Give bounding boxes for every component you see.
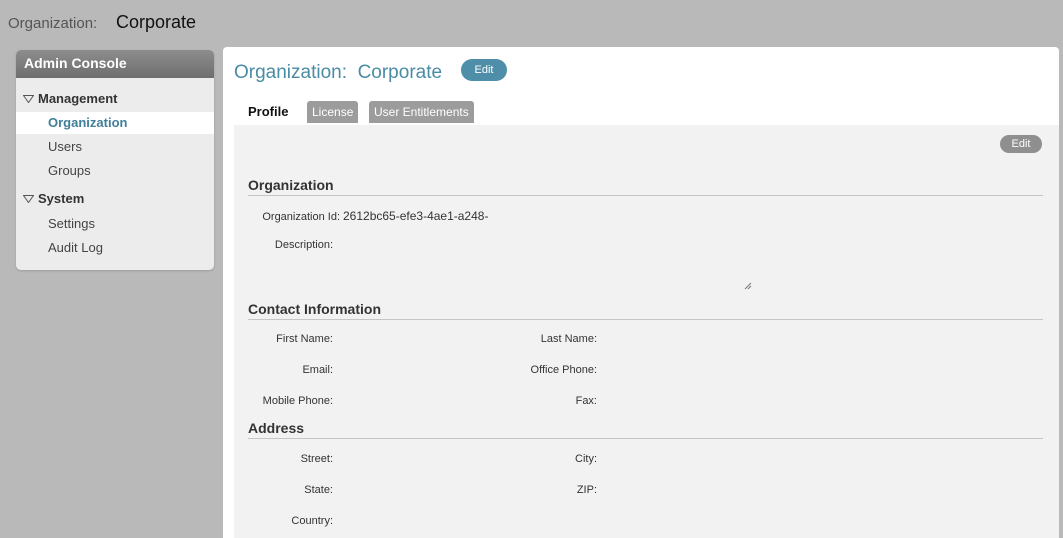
expand-triangle-icon xyxy=(23,94,34,103)
sidebar-item-groups[interactable]: Groups xyxy=(16,160,214,182)
admin-sidebar: Admin Console Management Organization Us… xyxy=(16,50,214,270)
description-label: Description: xyxy=(274,239,333,251)
last-name-label: Last Name: xyxy=(540,333,597,345)
office-phone-label: Office Phone: xyxy=(530,364,597,376)
country-label: Country: xyxy=(291,515,333,527)
edit-profile-button[interactable]: Edit xyxy=(1000,135,1042,153)
email-label: Email: xyxy=(302,364,333,376)
textarea-resize-handle-icon[interactable] xyxy=(744,281,752,293)
sidebar-item-users[interactable]: Users xyxy=(16,136,214,158)
section-title-organization: Organization xyxy=(248,177,1043,196)
tab-user-entitlements[interactable]: User Entitlements xyxy=(369,101,474,123)
sidebar-item-settings[interactable]: Settings xyxy=(16,213,214,235)
organization-id-value: 2612bc65-efe3-4ae1-a248- xyxy=(343,209,489,223)
city-label: City: xyxy=(575,453,597,465)
sidebar-section-system[interactable]: System xyxy=(23,191,84,206)
org-context-value: Corporate xyxy=(116,12,197,32)
edit-organization-button[interactable]: Edit xyxy=(461,59,507,81)
tab-profile[interactable]: Profile xyxy=(243,99,294,125)
expand-triangle-icon xyxy=(23,194,34,203)
organization-id-label: Organization Id: xyxy=(262,211,340,223)
sidebar-section-management[interactable]: Management xyxy=(23,91,117,106)
section-title-contact: Contact Information xyxy=(248,301,1043,320)
top-bar: Organization: Corporate xyxy=(0,0,1063,42)
zip-label: ZIP: xyxy=(576,484,597,496)
section-title-address: Address xyxy=(248,420,1043,439)
first-name-label: First Name: xyxy=(276,333,333,345)
fax-label: Fax: xyxy=(575,395,597,407)
profile-content: Edit Organization Organization Id: 2612b… xyxy=(234,125,1059,538)
sidebar-section-label: System xyxy=(38,191,85,206)
street-label: Street: xyxy=(300,453,333,465)
mobile-phone-label: Mobile Phone: xyxy=(262,395,333,407)
sidebar-item-audit-log[interactable]: Audit Log xyxy=(16,237,214,259)
page-title: Organization: Corporate xyxy=(234,62,443,83)
sidebar-header: Admin Console xyxy=(16,50,214,78)
state-label: State: xyxy=(304,484,333,496)
sidebar-item-organization[interactable]: Organization xyxy=(16,112,214,134)
main-panel: Organization: Corporate Edit Profile Lic… xyxy=(223,47,1059,538)
tab-license[interactable]: License xyxy=(307,101,359,123)
sidebar-section-label: Management xyxy=(38,91,118,106)
org-context-label: Organization: xyxy=(8,15,98,32)
